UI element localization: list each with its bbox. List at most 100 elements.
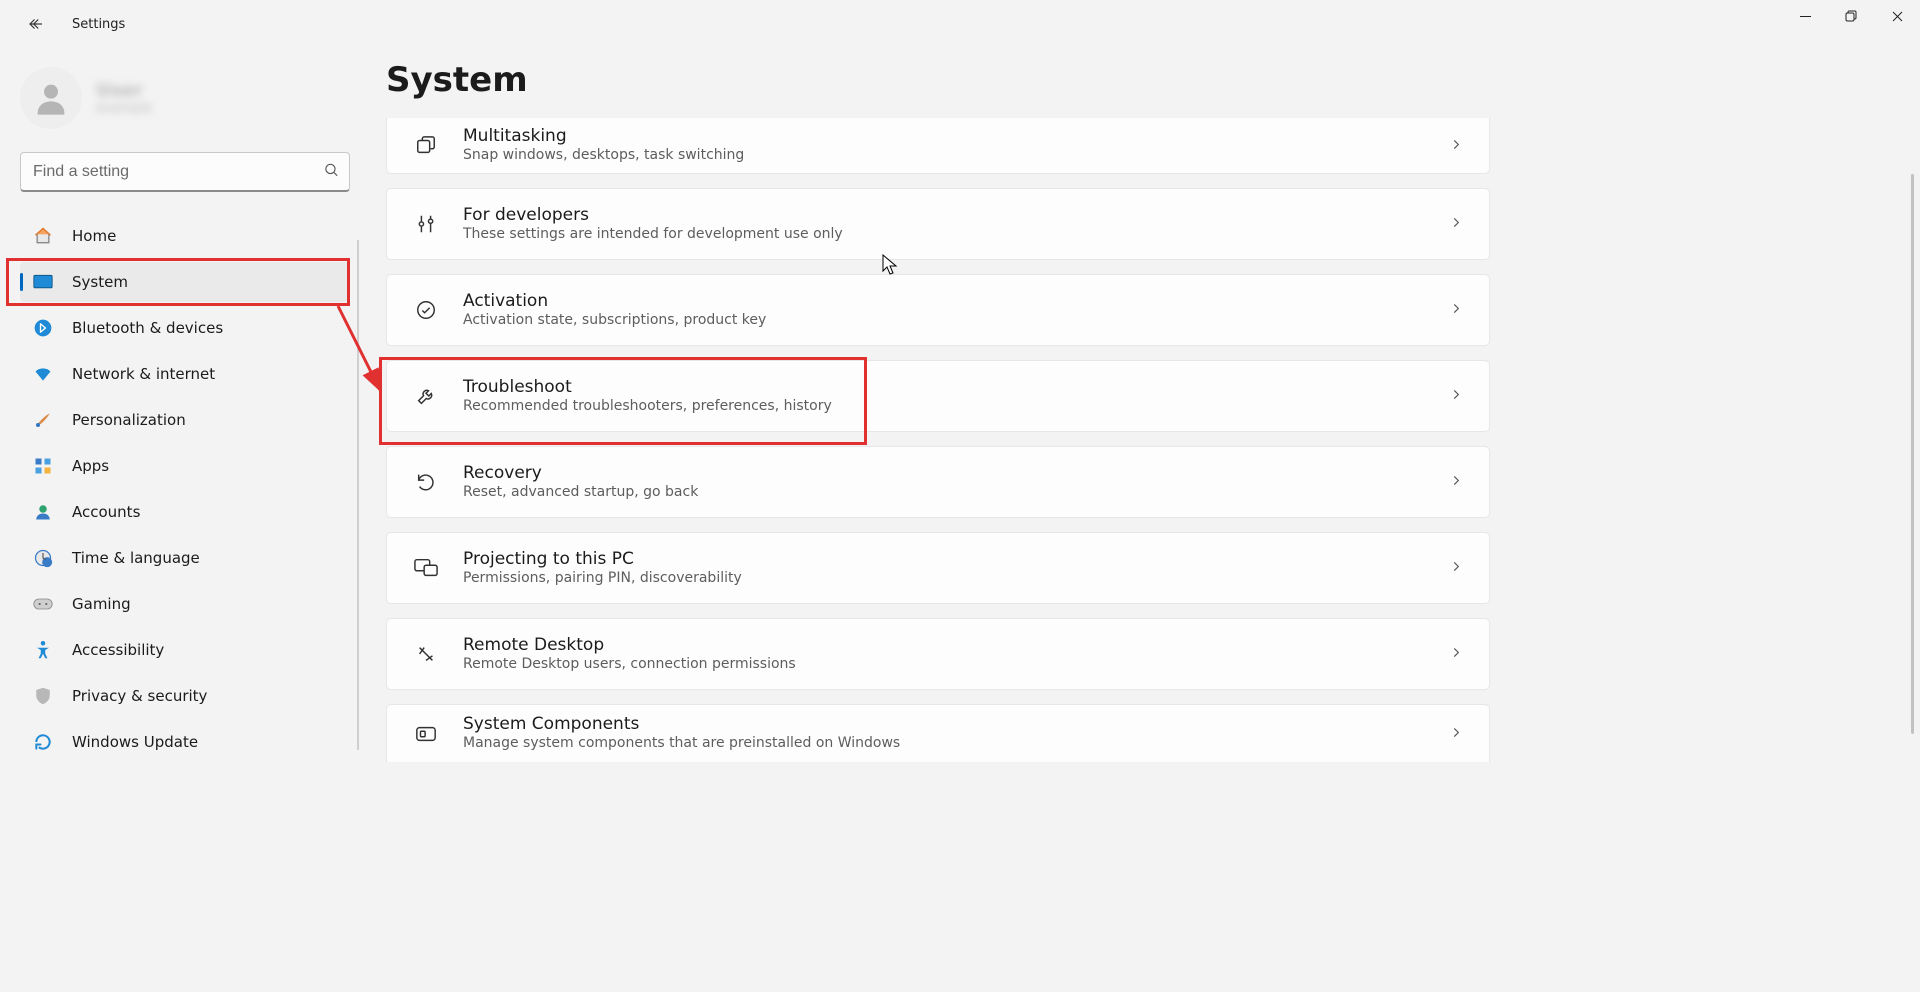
- close-icon: [1892, 11, 1903, 22]
- profile-email: example: [96, 101, 152, 116]
- card-title: Projecting to this PC: [463, 549, 742, 570]
- card-subtitle: Remote Desktop users, connection permiss…: [463, 656, 796, 674]
- apps-icon: [32, 455, 54, 477]
- maximize-button[interactable]: [1828, 0, 1874, 32]
- wrench-icon: [413, 383, 439, 409]
- sidebar-item-label: Network & internet: [72, 365, 215, 383]
- developers-icon: [413, 211, 439, 237]
- chevron-right-icon: [1449, 136, 1463, 155]
- wifi-icon: [32, 363, 54, 385]
- profile-block[interactable]: User example: [20, 60, 360, 136]
- sidebar-item-time-language[interactable]: Time & language: [20, 538, 348, 578]
- sidebar-item-personalization[interactable]: Personalization: [20, 400, 348, 440]
- clock-globe-icon: [32, 547, 54, 569]
- card-subtitle: Snap windows, desktops, task switching: [463, 147, 744, 165]
- chevron-right-icon: [1449, 645, 1463, 664]
- minimize-button[interactable]: [1782, 0, 1828, 32]
- components-icon: [413, 721, 439, 747]
- profile-text: User example: [96, 80, 152, 116]
- card-subtitle: Permissions, pairing PIN, discoverabilit…: [463, 570, 742, 588]
- card-title: Activation: [463, 291, 766, 312]
- sidebar-item-label: Bluetooth & devices: [72, 319, 223, 337]
- card-subtitle: Activation state, subscriptions, product…: [463, 312, 766, 330]
- sidebar-item-label: Time & language: [72, 549, 200, 567]
- recovery-icon: [413, 469, 439, 495]
- system-icon: [32, 271, 54, 293]
- sidebar-item-label: Apps: [72, 457, 109, 475]
- window-controls: [1782, 0, 1920, 32]
- sidebar-item-label: Windows Update: [72, 733, 198, 751]
- search-icon[interactable]: [323, 162, 340, 183]
- card-title: Remote Desktop: [463, 635, 796, 656]
- sidebar-item-apps[interactable]: Apps: [20, 446, 348, 486]
- sidebar-item-gaming[interactable]: Gaming: [20, 584, 348, 624]
- home-icon: [32, 225, 54, 247]
- sidebar: User example Home System Bluetooth: [0, 60, 360, 768]
- card-subtitle: These settings are intended for developm…: [463, 226, 843, 244]
- settings-list: Multitasking Snap windows, desktops, tas…: [386, 118, 1490, 762]
- accessibility-icon: [32, 639, 54, 661]
- sidebar-item-label: Privacy & security: [72, 687, 207, 705]
- chevron-right-icon: [1449, 215, 1463, 234]
- search-input[interactable]: [20, 152, 350, 192]
- chevron-right-icon: [1449, 724, 1463, 743]
- sidebar-item-bluetooth[interactable]: Bluetooth & devices: [20, 308, 348, 348]
- card-title: For developers: [463, 205, 843, 226]
- activation-icon: [413, 297, 439, 323]
- card-subtitle: Reset, advanced startup, go back: [463, 484, 698, 502]
- person-icon: [31, 78, 71, 118]
- sidebar-item-network[interactable]: Network & internet: [20, 354, 348, 394]
- card-system-components[interactable]: System Components Manage system componen…: [386, 704, 1490, 762]
- avatar: [20, 67, 82, 129]
- sidebar-item-home[interactable]: Home: [20, 216, 348, 256]
- maximize-icon: [1845, 10, 1857, 22]
- shield-icon: [32, 685, 54, 707]
- update-icon: [32, 731, 54, 753]
- annotation-highlight: [6, 258, 350, 306]
- card-activation[interactable]: Activation Activation state, subscriptio…: [386, 274, 1490, 346]
- profile-name: User: [96, 80, 152, 101]
- sidebar-item-label: System: [72, 273, 128, 291]
- page-title: System: [386, 60, 1920, 100]
- chevron-right-icon: [1449, 473, 1463, 492]
- card-title: Recovery: [463, 463, 698, 484]
- sidebar-item-label: Accessibility: [72, 641, 164, 659]
- sidebar-item-accessibility[interactable]: Accessibility: [20, 630, 348, 670]
- remote-desktop-icon: [413, 641, 439, 667]
- card-title: Troubleshoot: [463, 377, 832, 398]
- card-for-developers[interactable]: For developers These settings are intend…: [386, 188, 1490, 260]
- chevron-right-icon: [1449, 559, 1463, 578]
- sidebar-item-label: Personalization: [72, 411, 186, 429]
- bluetooth-icon: [32, 317, 54, 339]
- card-remote-desktop[interactable]: Remote Desktop Remote Desktop users, con…: [386, 618, 1490, 690]
- titlebar: Settings: [0, 0, 1920, 48]
- sidebar-item-system[interactable]: System: [20, 262, 348, 302]
- card-subtitle: Recommended troubleshooters, preferences…: [463, 398, 832, 416]
- close-button[interactable]: [1874, 0, 1920, 32]
- card-title: System Components: [463, 714, 900, 735]
- sidebar-item-privacy[interactable]: Privacy & security: [20, 676, 348, 716]
- card-title: Multitasking: [463, 126, 744, 147]
- app-title: Settings: [72, 17, 125, 32]
- sidebar-scrollbar[interactable]: [357, 240, 359, 750]
- multitasking-icon: [413, 133, 439, 159]
- sidebar-item-windows-update[interactable]: Windows Update: [20, 722, 348, 762]
- back-button[interactable]: [16, 4, 56, 44]
- chevron-right-icon: [1449, 387, 1463, 406]
- gamepad-icon: [32, 593, 54, 615]
- accounts-icon: [32, 501, 54, 523]
- card-recovery[interactable]: Recovery Reset, advanced startup, go bac…: [386, 446, 1490, 518]
- paintbrush-icon: [32, 409, 54, 431]
- sidebar-item-label: Home: [72, 227, 116, 245]
- card-multitasking[interactable]: Multitasking Snap windows, desktops, tas…: [386, 118, 1490, 174]
- card-troubleshoot[interactable]: Troubleshoot Recommended troubleshooters…: [386, 360, 1490, 432]
- card-projecting[interactable]: Projecting to this PC Permissions, pairi…: [386, 532, 1490, 604]
- projecting-icon: [413, 555, 439, 581]
- minimize-icon: [1800, 11, 1811, 22]
- nav-list: Home System Bluetooth & devices Network …: [20, 216, 360, 762]
- chevron-right-icon: [1449, 301, 1463, 320]
- content-scrollbar[interactable]: [1911, 174, 1914, 734]
- card-subtitle: Manage system components that are preins…: [463, 735, 900, 753]
- sidebar-item-label: Accounts: [72, 503, 140, 521]
- sidebar-item-accounts[interactable]: Accounts: [20, 492, 348, 532]
